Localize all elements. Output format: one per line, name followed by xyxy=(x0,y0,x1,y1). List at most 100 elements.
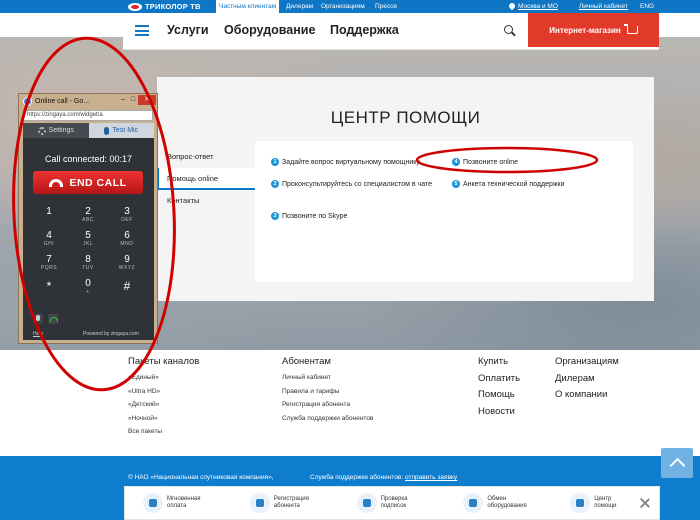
quick-instant-payment[interactable]: Мгновенная оплата xyxy=(125,487,232,519)
tab-test-mic[interactable]: Test Mic xyxy=(88,123,154,138)
call-widget-window: Online call - Go... – □ ✕ https://zingay… xyxy=(18,93,158,344)
quick-label: Регистрация абонента xyxy=(274,496,309,510)
option-label: Анкета технической поддержки xyxy=(463,181,565,188)
footer-link[interactable]: Организациям xyxy=(555,356,619,373)
nav-equipment[interactable]: Оборудование xyxy=(224,23,315,37)
logo-text: ТРИКОЛОР ТВ xyxy=(145,2,201,11)
option-label: Позвоните online xyxy=(463,159,519,166)
footer-link[interactable]: Личный кабинет xyxy=(282,374,373,388)
key-digit: 0 xyxy=(85,278,91,289)
quick-label-line1: Обмен xyxy=(487,496,507,502)
footer-heading: Пакеты каналов xyxy=(128,356,200,367)
support-label: Служба поддержки абонентов: xyxy=(310,474,404,481)
tab-settings[interactable]: Settings xyxy=(23,123,89,138)
nav-services[interactable]: Услуги xyxy=(167,23,209,37)
lang-switch[interactable]: ENG xyxy=(637,0,657,13)
top-link-press[interactable]: Прессе xyxy=(372,0,400,13)
end-call-button[interactable]: END CALL xyxy=(33,171,143,194)
microphone-icon[interactable] xyxy=(33,314,43,324)
key-letters: GHI xyxy=(43,241,55,247)
option-skype[interactable]: 3 Позвоните по Skype xyxy=(271,212,439,221)
close-icon[interactable] xyxy=(639,497,651,509)
option-number: 2 xyxy=(271,180,279,188)
menu-faq[interactable]: Вопрос-ответ xyxy=(157,146,255,168)
option-support-form[interactable]: 5 Анкета технической поддержки xyxy=(452,180,622,189)
page-title: ЦЕНТР ПОМОЩИ xyxy=(330,108,481,127)
footer-col-subscribers: Абонентам Личный кабинет Правила и тариф… xyxy=(282,356,373,428)
key-star[interactable]: * xyxy=(31,278,67,297)
key-letters: DEF xyxy=(121,217,133,223)
footer-link[interactable]: Служба поддержки абонентов xyxy=(282,415,373,429)
gear-icon xyxy=(37,126,46,135)
key-3[interactable]: 3 DEF xyxy=(109,206,145,225)
dialer-panel: Settings Test Mic Call connected: 00:17 … xyxy=(23,123,154,340)
footer-link[interactable]: Помощь xyxy=(478,389,520,406)
nav-support[interactable]: Поддержка xyxy=(330,23,399,37)
location-pin-icon xyxy=(509,3,515,11)
footer-link[interactable]: Правила и тарифы xyxy=(282,388,373,402)
key-digit: 5 xyxy=(85,230,91,241)
tricolor-logo[interactable]: ТРИКОЛОР ТВ xyxy=(128,1,212,12)
end-call-label: END CALL xyxy=(69,176,127,189)
footer-link[interactable]: О компании xyxy=(555,389,619,406)
quick-exchange-equipment[interactable]: Обмен оборудования xyxy=(445,487,552,519)
key-5[interactable]: 5 JKL xyxy=(70,230,106,249)
quick-label: Обмен оборудования xyxy=(487,496,526,510)
option-virtual-assistant[interactable]: 1 Задайте вопрос виртуальному помощнику xyxy=(271,158,439,167)
menu-online-help[interactable]: Помощь online xyxy=(157,168,255,190)
support-request-link[interactable]: отправить заявку xyxy=(405,474,457,481)
footer-link[interactable]: «Детский» xyxy=(128,401,199,415)
top-link-dealers[interactable]: Дилерам xyxy=(283,0,316,13)
tab-settings-label: Settings xyxy=(48,127,74,134)
list-icon xyxy=(356,493,377,513)
window-close-button[interactable]: ✕ xyxy=(138,95,156,105)
region-selector[interactable]: Москва и МО xyxy=(509,0,558,13)
option-label: Проконсультируйтесь со специалистом в ча… xyxy=(282,181,432,188)
top-link-private[interactable]: Частным клиентам xyxy=(216,0,280,13)
shop-button[interactable]: Интернет-магазин xyxy=(528,13,659,47)
key-letters: WXYZ xyxy=(118,265,136,271)
help-link[interactable]: Help xyxy=(33,331,43,337)
key-8[interactable]: 8 TUV xyxy=(70,254,106,273)
hamburger-menu-icon[interactable] xyxy=(135,25,149,36)
footer-link[interactable]: Регистрация абонента xyxy=(282,401,373,415)
key-6[interactable]: 6 MNO xyxy=(109,230,145,249)
footer-link[interactable]: «Единый» xyxy=(128,374,199,388)
menu-contacts[interactable]: Контакты xyxy=(157,190,255,212)
quick-label-line2: подписок xyxy=(380,503,407,509)
footer-link[interactable]: Дилерам xyxy=(555,373,619,390)
key-4[interactable]: 4 GHI xyxy=(31,230,67,249)
quick-registration[interactable]: Регистрация абонента xyxy=(232,487,339,519)
top-link-organizations[interactable]: Организациям xyxy=(318,0,368,13)
footer-link[interactable]: Купить xyxy=(478,356,520,373)
key-9[interactable]: 9 WXYZ xyxy=(109,254,145,273)
key-digit: * xyxy=(46,279,52,293)
footer-link[interactable]: «Ночной» xyxy=(128,415,199,429)
key-2[interactable]: 2 ABC xyxy=(70,206,106,225)
footer-link[interactable]: «Ultra HD» xyxy=(128,388,199,402)
key-letters: TUV xyxy=(82,265,94,271)
key-digit: 6 xyxy=(124,230,130,241)
tab-test-mic-label: Test Mic xyxy=(112,127,139,134)
key-0[interactable]: 0 + xyxy=(70,278,106,297)
help-options: 1 Задайте вопрос виртуальному помощнику … xyxy=(255,141,633,282)
quick-label-line1: Мгновенная xyxy=(167,496,201,502)
footer-link[interactable]: Новости xyxy=(478,406,520,423)
footer-heading: Абонентам xyxy=(282,356,331,367)
key-hash[interactable]: # xyxy=(109,278,145,297)
footer-link[interactable]: Оплатить xyxy=(478,373,520,390)
key-1[interactable]: 1 xyxy=(31,206,67,225)
option-chat-specialist[interactable]: 2 Проконсультируйтесь со специалистом в … xyxy=(271,180,439,189)
quick-label-line1: Проверка xyxy=(380,496,408,502)
footer-link[interactable]: Все пакеты xyxy=(128,428,199,442)
footer-col-actions: Купить Оплатить Помощь Новости xyxy=(478,356,520,422)
key-7[interactable]: 7 PQRS xyxy=(31,254,67,273)
search-icon[interactable] xyxy=(504,25,516,37)
scroll-to-top-button[interactable] xyxy=(661,448,693,478)
top-link-cabinet[interactable]: Личный кабинет xyxy=(576,0,631,13)
quick-check-subscriptions[interactable]: Проверка подписок xyxy=(339,487,446,519)
dialer-status-icons xyxy=(33,314,58,324)
region-label: Москва и МО xyxy=(518,3,558,10)
option-call-online[interactable]: 4 Позвоните online xyxy=(452,158,622,167)
url-bar[interactable]: https://zingaya.com/widget/a xyxy=(23,110,153,121)
